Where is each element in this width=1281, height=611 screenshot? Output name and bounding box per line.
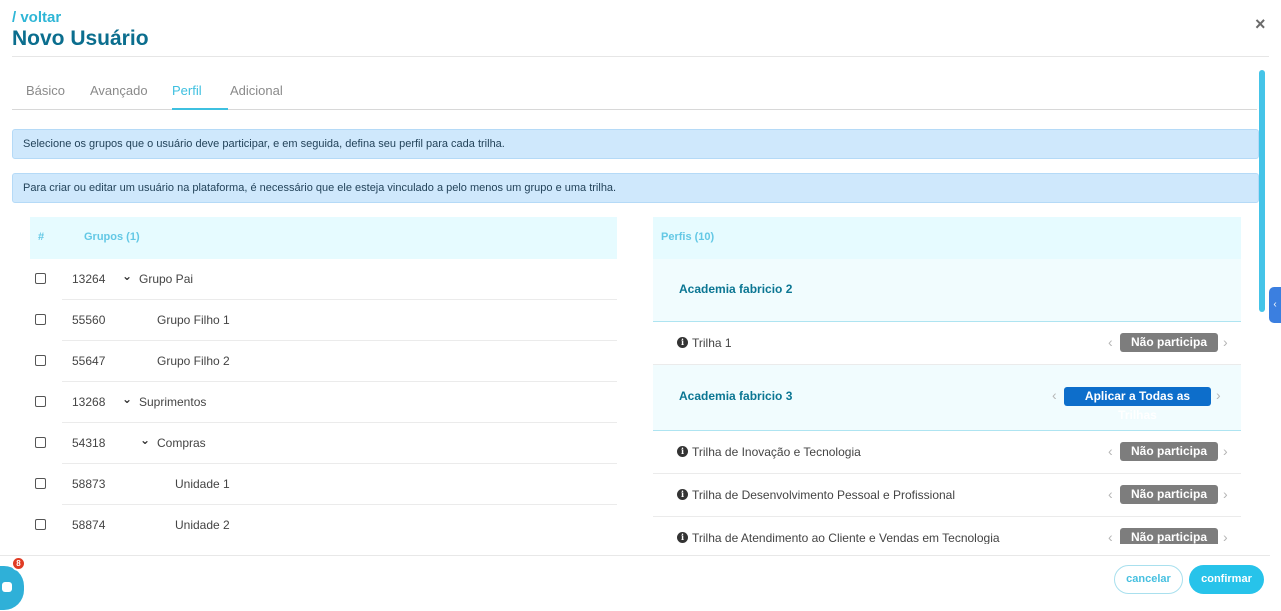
tab-bar: Básico Avançado Perfil Adicional [12, 72, 1257, 110]
trilha-row: i Trilha de Inovação e Tecnologia ‹ Não … [653, 431, 1241, 474]
trilha-row-clip: i Trilha de Atendimento ao Cliente e Ven… [653, 517, 1241, 544]
group-name: Compras [157, 436, 206, 450]
status-badge[interactable]: Não participa [1120, 442, 1218, 461]
trilha-row: i Trilha 1 ‹ Não participa › [653, 322, 1241, 365]
status-badge[interactable]: Não participa [1120, 333, 1218, 352]
table-row: 55560 Grupo Filho 1 [30, 300, 617, 341]
arrow-left-icon[interactable]: ‹ [1052, 387, 1057, 403]
chevron-down-icon[interactable]: ⌄ [122, 392, 132, 406]
table-row: 13264 ⌄ Grupo Pai [30, 259, 617, 300]
groups-table-header: # Grupos (1) [30, 217, 617, 259]
academia-section: Academia fabricio 3 ‹ Aplicar a Todas as… [653, 365, 1241, 431]
table-row: 54318 ⌄ Compras [30, 423, 617, 464]
notification-badge: 8 [11, 556, 26, 571]
trilha-name: Trilha de Atendimento ao Cliente e Venda… [692, 531, 1000, 544]
academia-name: Academia fabricio 3 [679, 389, 793, 403]
group-id: 13268 [72, 395, 106, 409]
arrow-right-icon[interactable]: › [1216, 387, 1221, 403]
table-row: 55647 Grupo Filho 2 [30, 341, 617, 382]
group-checkbox[interactable] [35, 478, 46, 489]
academia-name: Academia fabricio 2 [679, 282, 793, 296]
groups-column-title: Grupos (1) [84, 231, 140, 243]
status-badge[interactable]: Não participa [1120, 528, 1218, 544]
new-user-modal: / voltar Novo Usuário × Básico Avançado … [0, 0, 1281, 611]
group-name: Suprimentos [139, 395, 207, 409]
info-alert-groups: Selecione os grupos que o usuário deve p… [12, 129, 1259, 159]
arrow-right-icon[interactable]: › [1223, 443, 1228, 459]
trilha-name: Trilha 1 [692, 336, 732, 350]
footer-divider [0, 555, 1270, 556]
tab-basico[interactable]: Básico [26, 83, 65, 98]
tab-avancado[interactable]: Avançado [90, 83, 148, 98]
side-widget-tab[interactable]: ‹ [1269, 287, 1281, 323]
table-row: 13268 ⌄ Suprimentos [30, 382, 617, 423]
trilha-name: Trilha de Desenvolvimento Pessoal e Prof… [692, 488, 956, 502]
status-badge[interactable]: Não participa [1120, 485, 1218, 504]
active-tab-indicator [172, 108, 228, 110]
chat-icon [2, 582, 12, 592]
info-icon[interactable]: i [677, 446, 688, 457]
group-name: Unidade 2 [175, 518, 230, 532]
arrow-left-icon[interactable]: ‹ [1108, 443, 1113, 459]
group-name: Grupo Filho 2 [157, 354, 230, 368]
trilha-row: i Trilha de Desenvolvimento Pessoal e Pr… [653, 474, 1241, 517]
info-icon[interactable]: i [677, 337, 688, 348]
header-divider [12, 56, 1269, 57]
group-checkbox[interactable] [35, 437, 46, 448]
arrow-left-icon[interactable]: ‹ [1108, 529, 1113, 544]
column-hash: # [38, 231, 45, 243]
close-icon[interactable]: × [1255, 14, 1266, 35]
info-icon[interactable]: i [677, 532, 688, 543]
chevron-down-icon[interactable]: ⌄ [140, 433, 150, 447]
group-id: 58873 [72, 477, 106, 491]
confirm-button[interactable]: confirmar [1189, 565, 1264, 594]
group-checkbox[interactable] [35, 519, 46, 530]
group-id: 55647 [72, 354, 106, 368]
chevron-down-icon[interactable]: ⌄ [122, 269, 132, 283]
group-checkbox[interactable] [35, 355, 46, 366]
chat-launcher-button[interactable] [0, 566, 24, 610]
page-title: Novo Usuário [12, 27, 149, 50]
group-id: 58874 [72, 518, 106, 532]
tab-perfil[interactable]: Perfil [172, 83, 202, 98]
table-row: 58874 Unidade 2 [30, 505, 617, 546]
scrollbar[interactable] [1259, 70, 1265, 312]
tab-adicional[interactable]: Adicional [230, 83, 283, 98]
group-id: 54318 [72, 436, 106, 450]
group-checkbox[interactable] [35, 314, 46, 325]
group-name: Unidade 1 [175, 477, 230, 491]
trilha-name: Trilha de Inovação e Tecnologia [692, 445, 861, 459]
group-checkbox[interactable] [35, 273, 46, 284]
profiles-header: Perfis (10) [653, 217, 1241, 259]
profiles-title: Perfis (10) [661, 231, 715, 243]
cancel-button[interactable]: cancelar [1114, 565, 1183, 594]
arrow-right-icon[interactable]: › [1223, 334, 1228, 350]
academia-section: Academia fabricio 2 [653, 259, 1241, 322]
arrow-left-icon[interactable]: ‹ [1108, 486, 1113, 502]
group-checkbox[interactable] [35, 396, 46, 407]
info-icon[interactable]: i [677, 489, 688, 500]
group-id: 13264 [72, 272, 106, 286]
group-id: 55560 [72, 313, 106, 327]
info-alert-requirement: Para criar ou editar um usuário na plata… [12, 173, 1259, 203]
trilha-row: i Trilha de Atendimento ao Cliente e Ven… [653, 517, 1241, 544]
group-name: Grupo Filho 1 [157, 313, 230, 327]
group-name: Grupo Pai [139, 272, 194, 286]
apply-all-trilhas-button[interactable]: Aplicar a Todas as Trilhas [1064, 387, 1211, 422]
arrow-right-icon[interactable]: › [1223, 529, 1228, 544]
table-row: 58873 Unidade 1 [30, 464, 617, 505]
arrow-left-icon[interactable]: ‹ [1108, 334, 1113, 350]
arrow-right-icon[interactable]: › [1223, 486, 1228, 502]
back-link[interactable]: / voltar [12, 9, 61, 26]
